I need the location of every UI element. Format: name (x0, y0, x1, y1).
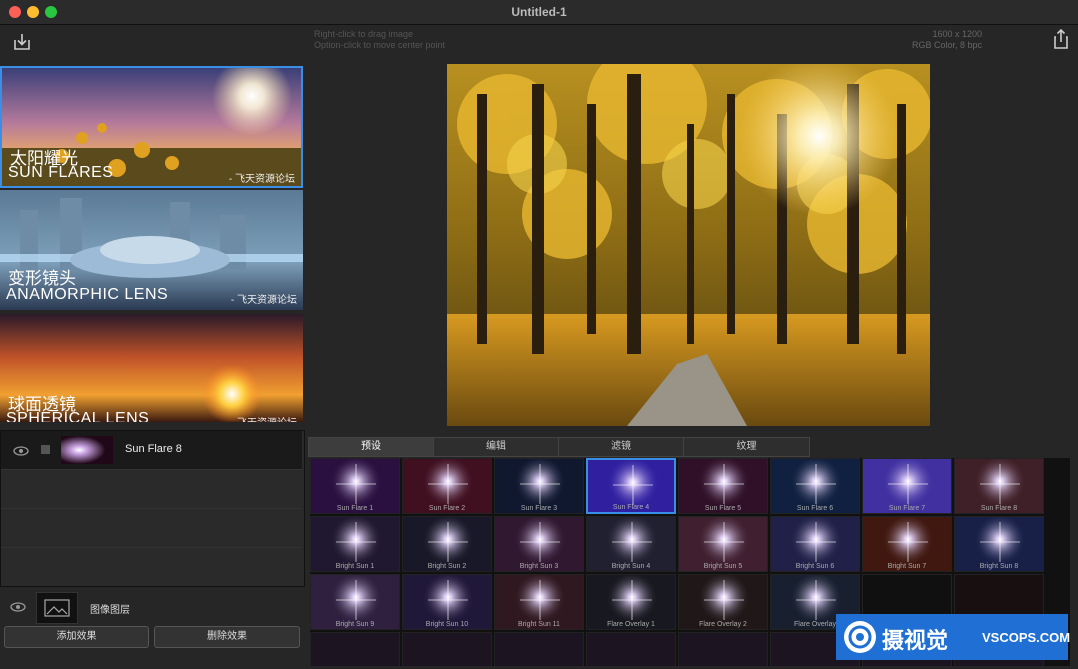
preset-label: Sun Flare 4 (612, 504, 650, 511)
preset-thumbnail[interactable]: Flare Overlay 2 (678, 574, 768, 630)
preset-thumbnail[interactable] (586, 632, 676, 666)
preset-thumbnail[interactable]: Bright Sun 5 (678, 516, 768, 572)
category-watermark: - 飞天资源论坛 (231, 414, 297, 422)
eye-icon[interactable] (13, 443, 29, 459)
preset-thumbnail[interactable]: Sun Flare 5 (678, 458, 768, 514)
logo-icon (844, 621, 876, 653)
badge-cn: 摄视觉 (882, 628, 949, 653)
preset-label: Bright Sun 5 (703, 563, 743, 570)
image-layer[interactable]: 图像图层 (0, 590, 303, 624)
title-bar: Untitled-1 (0, 0, 1078, 25)
preset-label: Bright Sun 3 (519, 563, 559, 570)
preset-label: Bright Sun 7 (887, 563, 927, 570)
preset-thumbnail[interactable]: Sun Flare 2 (402, 458, 492, 514)
image-mode: RGB Color, 8 bpc (911, 40, 982, 50)
tab-filters[interactable]: 滤镜 (559, 438, 684, 456)
preset-label: Flare Overlay 2 (699, 621, 747, 628)
preset-thumbnail[interactable]: Sun Flare 7 (862, 458, 952, 514)
preset-label: Sun Flare 5 (704, 505, 742, 512)
preset-thumbnail[interactable]: Bright Sun 7 (862, 516, 952, 572)
preset-label: Bright Sun 9 (335, 621, 375, 628)
preset-label: Sun Flare 7 (888, 505, 926, 512)
category-title-en: ANAMORPHIC LENS (6, 286, 169, 303)
preset-label: Sun Flare 2 (428, 505, 466, 512)
preset-thumbnail[interactable]: Flare Overlay 1 (586, 574, 676, 630)
preset-thumbnail[interactable]: Sun Flare 8 (954, 458, 1044, 514)
delete-effect-button[interactable]: 删除效果 (154, 626, 300, 648)
badge-en: VSCOPS.COM (982, 630, 1071, 645)
preset-thumbnail[interactable]: Bright Sun 6 (770, 516, 860, 572)
image-layer-thumbnail (36, 592, 78, 624)
preview-image (447, 64, 930, 426)
site-badge: 摄视觉 VSCOPS.COM (836, 614, 1071, 660)
preset-thumbnail[interactable] (678, 632, 768, 666)
preset-label: Bright Sun 4 (611, 563, 651, 570)
layer-name: Sun Flare 8 (125, 443, 182, 455)
preset-thumbnail[interactable]: Bright Sun 11 (494, 574, 584, 630)
category-title-en: SPHERICAL LENS (6, 410, 150, 422)
preset-label: Sun Flare 3 (520, 505, 558, 512)
canvas-hints: Right-click to drag image Option-click t… (314, 29, 445, 51)
image-info: 1600 x 1200 RGB Color, 8 bpc (912, 29, 982, 51)
app-window: Untitled-1 Right-click to drag image Opt… (0, 0, 1078, 669)
preset-thumbnail[interactable] (494, 632, 584, 666)
tab-presets[interactable]: 预设 (309, 438, 434, 456)
preview-canvas[interactable] (447, 64, 930, 426)
preset-thumbnail[interactable] (402, 632, 492, 666)
preset-thumbnail[interactable]: Sun Flare 3 (494, 458, 584, 514)
preset-thumbnail[interactable]: Sun Flare 1 (310, 458, 400, 514)
add-effect-button[interactable]: 添加效果 (4, 626, 149, 648)
preset-label: Flare Overlay 1 (607, 621, 655, 628)
preset-thumbnail[interactable]: Bright Sun 3 (494, 516, 584, 572)
layer-checkbox[interactable] (41, 445, 50, 454)
toolbar: Right-click to drag image Option-click t… (0, 25, 1078, 63)
import-icon[interactable] (11, 31, 33, 53)
category-sun-flares[interactable]: 太阳耀光 SUN FLARES - 飞天资源论坛 (0, 66, 303, 188)
preset-thumbnail[interactable]: Bright Sun 1 (310, 516, 400, 572)
preset-label: Bright Sun 11 (518, 621, 560, 628)
window-title: Untitled-1 (511, 5, 567, 19)
preset-label: Bright Sun 2 (427, 563, 467, 570)
share-icon[interactable] (1050, 28, 1072, 50)
preset-thumbnail[interactable]: Bright Sun 9 (310, 574, 400, 630)
preset-thumbnail[interactable]: Bright Sun 4 (586, 516, 676, 572)
layer-row-empty (1, 509, 302, 548)
hint-drag: Right-click to drag image (314, 29, 414, 39)
preset-label: Sun Flare 8 (980, 505, 1018, 512)
category-anamorphic-lens[interactable]: 变形镜头 ANAMORPHIC LENS - 飞天资源论坛 (0, 190, 303, 310)
mode-tabs: 预设 编辑 滤镜 纹理 (308, 437, 810, 457)
eye-icon[interactable] (10, 599, 26, 615)
preset-label: Bright Sun 10 (425, 621, 469, 628)
preset-label: Bright Sun 6 (795, 563, 835, 570)
preset-thumbnail[interactable]: Bright Sun 2 (402, 516, 492, 572)
preset-label: Sun Flare 6 (796, 505, 834, 512)
tab-textures[interactable]: 纹理 (684, 438, 809, 456)
preset-thumbnail[interactable]: Sun Flare 6 (770, 458, 860, 514)
category-watermark: - 飞天资源论坛 (228, 174, 295, 185)
preset-thumbnail[interactable]: Sun Flare 4 (586, 458, 676, 514)
preset-label: Bright Sun 1 (335, 563, 375, 570)
layer-thumbnail (61, 436, 113, 464)
image-size: 1600 x 1200 (932, 29, 982, 39)
hint-center: Option-click to move center point (314, 40, 446, 50)
preset-thumbnail[interactable] (310, 632, 400, 666)
layer-row-empty (1, 470, 302, 509)
category-watermark: - 飞天资源论坛 (230, 295, 297, 306)
category-title-en: SUN FLARES (8, 164, 114, 181)
preset-thumbnail[interactable]: Bright Sun 10 (402, 574, 492, 630)
layer-row-empty (1, 548, 302, 586)
preset-label: Sun Flare 1 (336, 505, 374, 512)
image-layer-label: 图像图层 (90, 605, 130, 616)
preset-label: Bright Sun 8 (979, 563, 1019, 570)
tab-edit[interactable]: 编辑 (434, 438, 559, 456)
layers-panel: Sun Flare 8 (0, 430, 305, 587)
category-spherical-lens[interactable]: 球面透镜 SPHERICAL LENS - 飞天资源论坛 (0, 314, 303, 422)
layer-row[interactable]: Sun Flare 8 (1, 431, 302, 470)
preset-thumbnail[interactable]: Bright Sun 8 (954, 516, 1044, 572)
